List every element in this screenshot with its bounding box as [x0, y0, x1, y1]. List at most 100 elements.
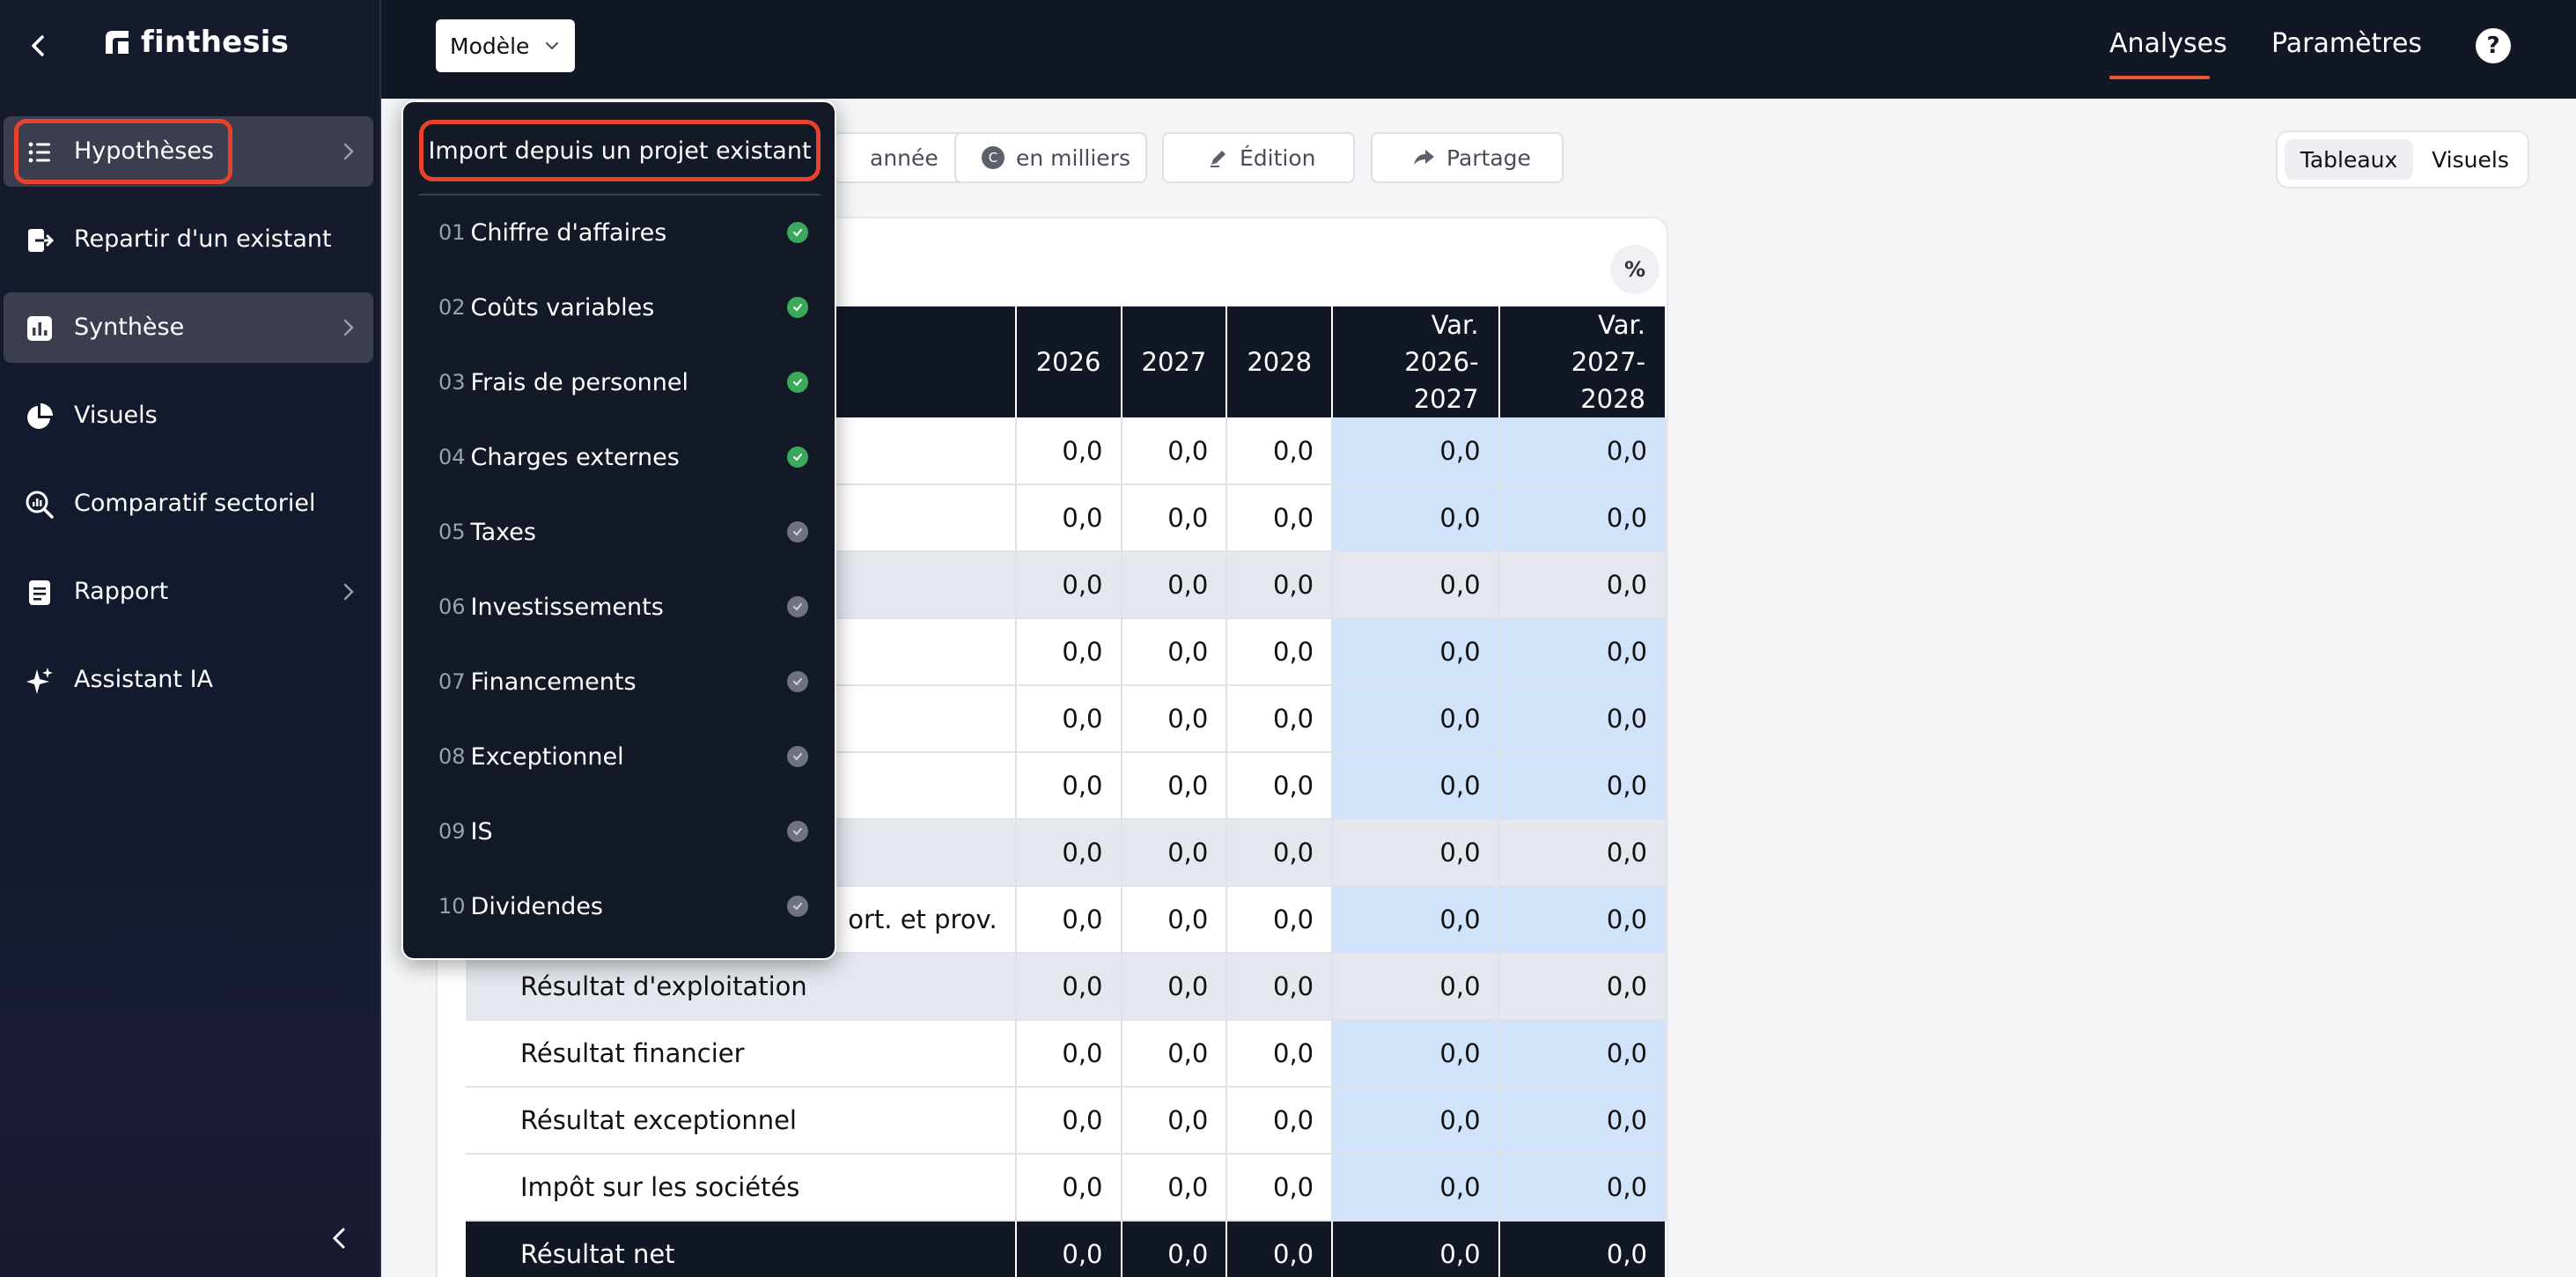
table-cell[interactable]: 0,0 [1121, 819, 1228, 887]
table-cell[interactable]: 0,0 [1498, 953, 1667, 1021]
sidebar-item-synthese[interactable]: Synthèse [4, 292, 373, 363]
table-cell[interactable]: 0,0 [1498, 551, 1667, 619]
table-cell[interactable]: 0,0 [1332, 1221, 1500, 1277]
table-cell[interactable]: 0,0 [1121, 953, 1228, 1021]
tab-tableaux[interactable]: Tableaux [2285, 139, 2413, 180]
help-icon[interactable]: ? [2476, 28, 2511, 63]
table-cell[interactable]: 0,0 [1498, 1154, 1667, 1222]
table-cell[interactable]: 0,0 [1226, 953, 1334, 1021]
table-cell[interactable]: 0,0 [1121, 1221, 1228, 1277]
sidebar-item-assistant[interactable]: Assistant IA [4, 645, 373, 715]
table-cell[interactable]: 0,0 [1332, 551, 1500, 619]
dropdown-item[interactable]: 09 IS [438, 807, 808, 856]
table-cell[interactable]: 0,0 [1332, 819, 1500, 887]
table-cell[interactable]: 0,0 [1332, 1087, 1500, 1155]
import-project-button[interactable]: Import depuis un projet existant [419, 120, 821, 181]
model-dropdown-button[interactable]: Modèle [436, 19, 575, 72]
table-cell[interactable]: 0,0 [1015, 1020, 1122, 1088]
dropdown-item[interactable]: 05 Taxes [438, 507, 808, 557]
table-cell[interactable]: 0,0 [1015, 685, 1122, 753]
table-cell[interactable]: 0,0 [1015, 417, 1122, 485]
sidebar-item-comparatif[interactable]: Comparatif sectoriel [4, 469, 373, 539]
table-cell[interactable]: 0,0 [1498, 685, 1667, 753]
tab-visuels[interactable]: Visuels [2418, 139, 2522, 180]
table-cell[interactable]: 0,0 [1015, 886, 1122, 954]
table-cell[interactable]: 0,0 [1015, 1087, 1122, 1155]
table-cell[interactable]: 0,0 [1121, 1020, 1228, 1088]
table-cell[interactable]: 0,0 [1121, 1154, 1228, 1222]
table-cell[interactable]: 0,0 [1015, 1221, 1122, 1277]
nav-parametres[interactable]: Paramètres [2271, 28, 2422, 59]
table-row: Résultat financier 0,0 0,0 0,0 0,0 0,0 [466, 1020, 1667, 1088]
table-cell[interactable]: 0,0 [1226, 618, 1334, 686]
sidebar-item-repartir[interactable]: Repartir d'un existant [4, 204, 373, 275]
dropdown-item[interactable]: 03 Frais de personnel [438, 358, 808, 407]
item-number: 01 [438, 220, 466, 245]
percent-toggle-button[interactable]: % [1610, 245, 1660, 294]
dropdown-item[interactable]: 01 Chiffre d'affaires [438, 208, 808, 257]
dropdown-item[interactable]: 08 Exceptionnel [438, 732, 808, 781]
table-cell[interactable]: 0,0 [1332, 484, 1500, 552]
table-cell[interactable]: 0,0 [1121, 886, 1228, 954]
dropdown-item[interactable]: 04 Charges externes [438, 432, 808, 482]
table-cell[interactable]: 0,0 [1332, 1154, 1500, 1222]
table-cell[interactable]: 0,0 [1498, 484, 1667, 552]
dropdown-item[interactable]: 06 Investissements [438, 582, 808, 631]
table-cell[interactable]: 0,0 [1121, 417, 1228, 485]
table-cell[interactable]: 0,0 [1015, 551, 1122, 619]
dropdown-item[interactable]: 02 Coûts variables [438, 283, 808, 332]
table-cell[interactable]: 0,0 [1121, 618, 1228, 686]
table-cell[interactable]: 0,0 [1332, 752, 1500, 820]
table-cell[interactable]: 0,0 [1332, 886, 1500, 954]
table-cell[interactable]: 0,0 [1015, 953, 1122, 1021]
check-circle-icon [787, 447, 808, 468]
table-cell[interactable]: 0,0 [1226, 1221, 1334, 1277]
table-cell[interactable]: 0,0 [1226, 551, 1334, 619]
table-cell[interactable]: 0,0 [1498, 819, 1667, 887]
unit-chip[interactable]: C en milliers [954, 132, 1147, 183]
share-chip[interactable]: Partage [1371, 132, 1564, 183]
table-cell[interactable]: 0,0 [1332, 417, 1500, 485]
table-cell[interactable]: 0,0 [1121, 752, 1228, 820]
back-arrow-icon[interactable] [19, 26, 58, 65]
table-cell[interactable]: 0,0 [1121, 551, 1228, 619]
table-cell[interactable]: 0,0 [1332, 1020, 1500, 1088]
table-cell[interactable]: 0,0 [1226, 752, 1334, 820]
table-cell[interactable]: 0,0 [1015, 1154, 1122, 1222]
table-cell[interactable]: 0,0 [1498, 1087, 1667, 1155]
table-cell[interactable]: 0,0 [1498, 618, 1667, 686]
table-cell[interactable]: 0,0 [1498, 1020, 1667, 1088]
table-cell[interactable]: 0,0 [1226, 819, 1334, 887]
table-cell[interactable]: 0,0 [1332, 685, 1500, 753]
sidebar-item-rapport[interactable]: Rapport [4, 557, 373, 627]
nav-analyses[interactable]: Analyses [2109, 28, 2227, 59]
table-cell[interactable]: 0,0 [1226, 1154, 1334, 1222]
table-cell[interactable]: 0,0 [1498, 752, 1667, 820]
table-cell[interactable]: 0,0 [1226, 886, 1334, 954]
table-cell[interactable]: 0,0 [1498, 886, 1667, 954]
collapse-sidebar-icon[interactable] [326, 1222, 352, 1254]
table-cell[interactable]: 0,0 [1498, 417, 1667, 485]
table-cell[interactable]: 0,0 [1498, 1221, 1667, 1277]
table-cell[interactable]: 0,0 [1121, 1087, 1228, 1155]
edit-chip[interactable]: Édition [1162, 132, 1355, 183]
table-cell[interactable]: 0,0 [1226, 484, 1334, 552]
table-cell[interactable]: 0,0 [1226, 1020, 1334, 1088]
dropdown-item[interactable]: 07 Financements [438, 657, 808, 706]
table-cell[interactable]: 0,0 [1332, 618, 1500, 686]
table-cell[interactable]: 0,0 [1226, 685, 1334, 753]
table-cell[interactable]: 0,0 [1015, 752, 1122, 820]
brand-logo[interactable]: finthesis [104, 25, 289, 60]
table-cell[interactable]: 0,0 [1015, 484, 1122, 552]
item-number: 02 [438, 295, 466, 320]
table-cell[interactable]: 0,0 [1121, 685, 1228, 753]
table-cell[interactable]: 0,0 [1332, 953, 1500, 1021]
table-cell[interactable]: 0,0 [1015, 819, 1122, 887]
dropdown-item[interactable]: 10 Dividendes [438, 882, 808, 931]
table-cell[interactable]: 0,0 [1015, 618, 1122, 686]
table-cell[interactable]: 0,0 [1226, 417, 1334, 485]
year-chip[interactable]: année [833, 132, 972, 183]
table-cell[interactable]: 0,0 [1121, 484, 1228, 552]
sidebar-item-visuels[interactable]: Visuels [4, 380, 373, 451]
table-cell[interactable]: 0,0 [1226, 1087, 1334, 1155]
